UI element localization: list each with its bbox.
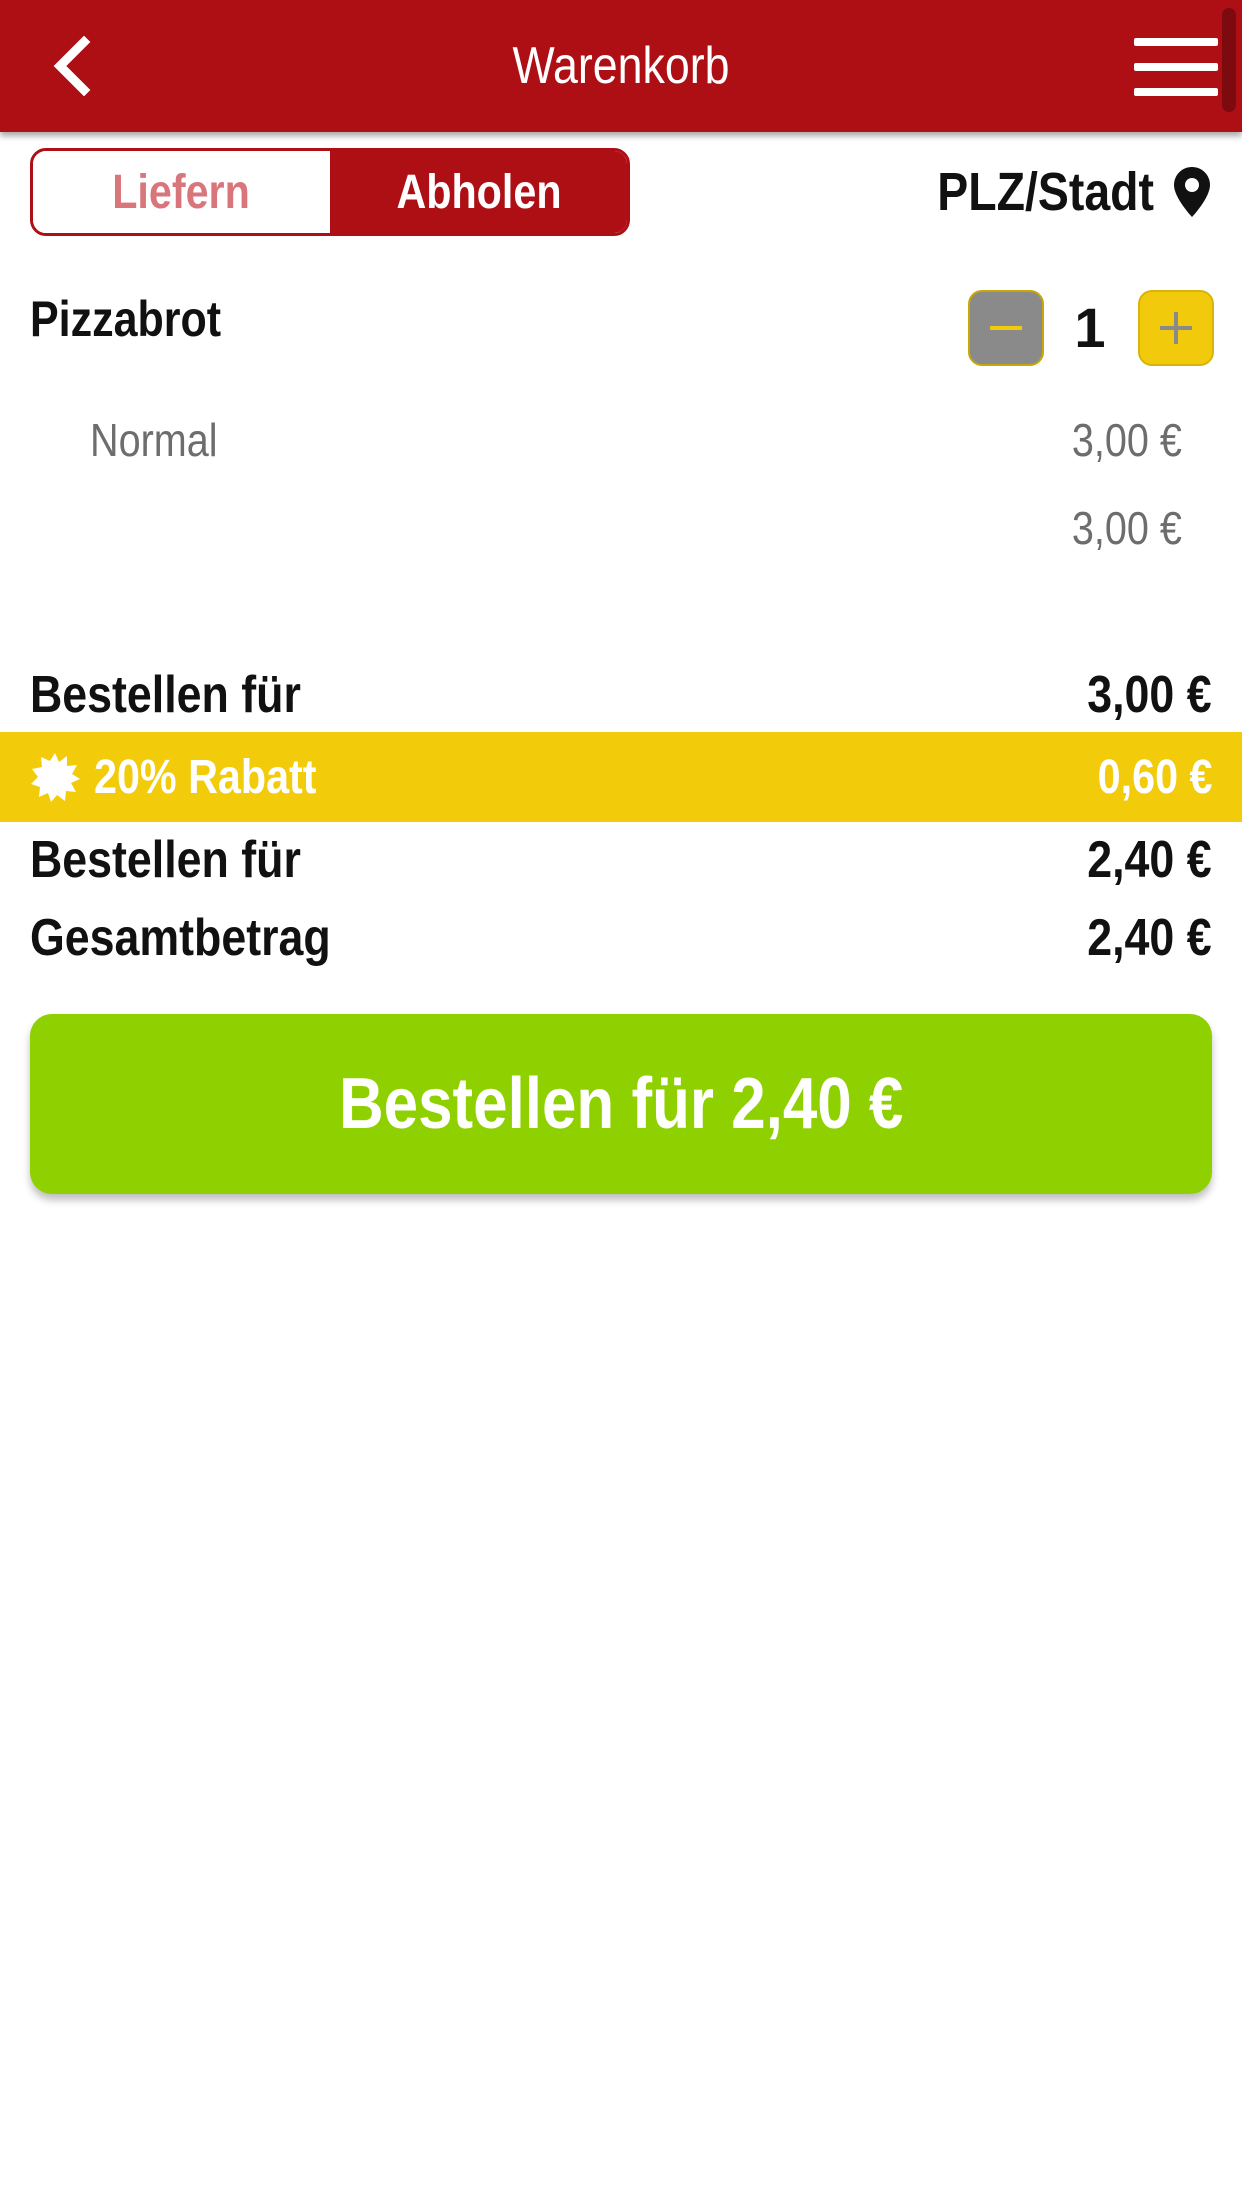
discount-label: 20% Rabatt (94, 750, 317, 804)
cart-item-name: Pizzabrot (30, 291, 222, 347)
subtotal-label: Bestellen für (30, 666, 301, 724)
place-order-label: Bestellen für 2,40 € (338, 1064, 904, 1144)
app-bar: Warenkorb (0, 0, 1242, 132)
total-value: 2,40 € (1087, 909, 1212, 967)
discounted-subtotal-row: Bestellen für 2,40 € (0, 822, 1242, 898)
subtotal-row: Bestellen für 3,00 € (0, 658, 1242, 732)
cart-item-total-row: 3,00 € (90, 498, 1182, 558)
variant-label: Normal (90, 414, 218, 466)
place-order-button[interactable]: Bestellen für 2,40 € (30, 1014, 1212, 1194)
quantity-decrease-button[interactable] (968, 290, 1044, 366)
tab-abholen[interactable]: Abholen (330, 151, 627, 233)
subtotal-value: 3,00 € (1087, 666, 1212, 724)
item-total-price: 3,00 € (1072, 502, 1182, 554)
quantity-increase-button[interactable] (1138, 290, 1214, 366)
map-pin-icon (1172, 166, 1212, 218)
page-title: Warenkorb (512, 37, 730, 95)
scroll-indicator (1222, 8, 1236, 112)
tab-liefern-label: Liefern (112, 165, 251, 219)
tab-abholen-label: Abholen (395, 165, 562, 219)
tab-liefern[interactable]: Liefern (33, 151, 330, 233)
hamburger-menu-icon (1134, 38, 1218, 46)
location-label: PLZ/Stadt (937, 162, 1154, 222)
discounted-subtotal-value: 2,40 € (1087, 831, 1212, 889)
hamburger-menu-button[interactable] (1134, 38, 1218, 96)
discount-badge-icon (30, 752, 80, 802)
variant-price: 3,00 € (1072, 414, 1182, 466)
delivery-mode-toggle: Liefern Abholen (30, 148, 630, 236)
discounted-subtotal-label: Bestellen für (30, 831, 301, 889)
minus-icon (990, 326, 1022, 330)
quantity-value: 1 (1074, 296, 1106, 359)
discount-row: 20% Rabatt 0,60 € (0, 732, 1242, 822)
discount-value: 0,60 € (1097, 750, 1212, 804)
total-label: Gesamtbetrag (30, 909, 331, 967)
total-row: Gesamtbetrag 2,40 € (0, 900, 1242, 976)
location-selector[interactable]: PLZ/Stadt (902, 148, 1212, 236)
cart-item-variant-row: Normal 3,00 € (90, 410, 1182, 470)
plus-icon (1160, 312, 1192, 344)
